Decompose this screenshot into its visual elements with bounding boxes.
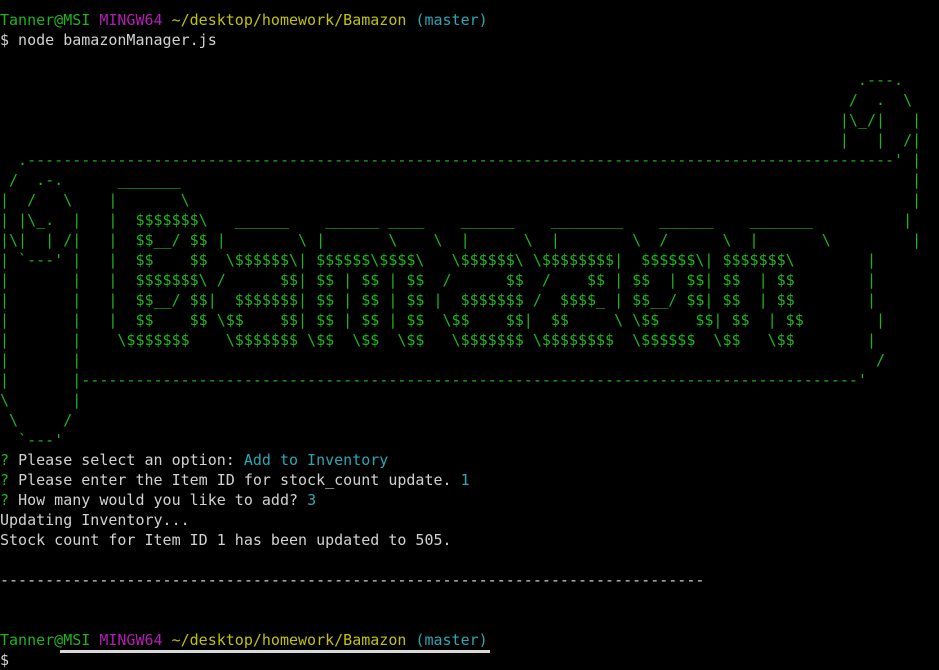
output-line: Updating Inventory... [0,511,190,529]
command-line: $ node bamazonManager.js [0,31,217,49]
input-cursor-line[interactable]: $ [0,650,939,670]
shell-prompt: Tanner@MSI MINGW64 ~/desktop/homework/Ba… [0,630,939,650]
question-text: Please select an option: [18,451,235,469]
prompt-branch: (master) [415,11,488,29]
question-mark-icon: ? [0,471,10,489]
question-mark-icon: ? [0,491,10,509]
shell-prompt: Tanner@MSI MINGW64 ~/desktop/homework/Ba… [0,10,939,30]
output-line: Stock count for Item ID 1 has been updat… [0,531,452,549]
answer-text: 3 [307,491,317,509]
prompt-system: MINGW64 [99,631,163,649]
question-line: ? How many would you like to add? 3 [0,490,939,510]
prompt-user-host: Tanner@MSI [0,11,91,29]
bamazon-ascii-banner: .---. / . \ |\_/| | | | /| .------------… [0,71,922,449]
question-text: How many would you like to add? [18,491,299,509]
separator-line: ----------------------------------------… [0,571,705,589]
question-text: Please enter the Item ID for stock_count… [18,471,452,489]
prompt-path: ~/desktop/homework/Bamazon [171,11,407,29]
answer-text: 1 [460,471,470,489]
question-mark-icon: ? [0,451,10,469]
question-line: ? Please enter the Item ID for stock_cou… [0,470,939,490]
prompt-branch: (master) [415,631,488,649]
prompt-user-host: Tanner@MSI [0,631,91,649]
answer-text: Add to Inventory [243,451,389,469]
terminal-window[interactable]: Tanner@MSI MINGW64 ~/desktop/homework/Ba… [0,0,939,669]
question-line: ? Please select an option: Add to Invent… [0,450,939,470]
prompt-path: ~/desktop/homework/Bamazon [171,631,407,649]
prompt-system: MINGW64 [99,11,163,29]
